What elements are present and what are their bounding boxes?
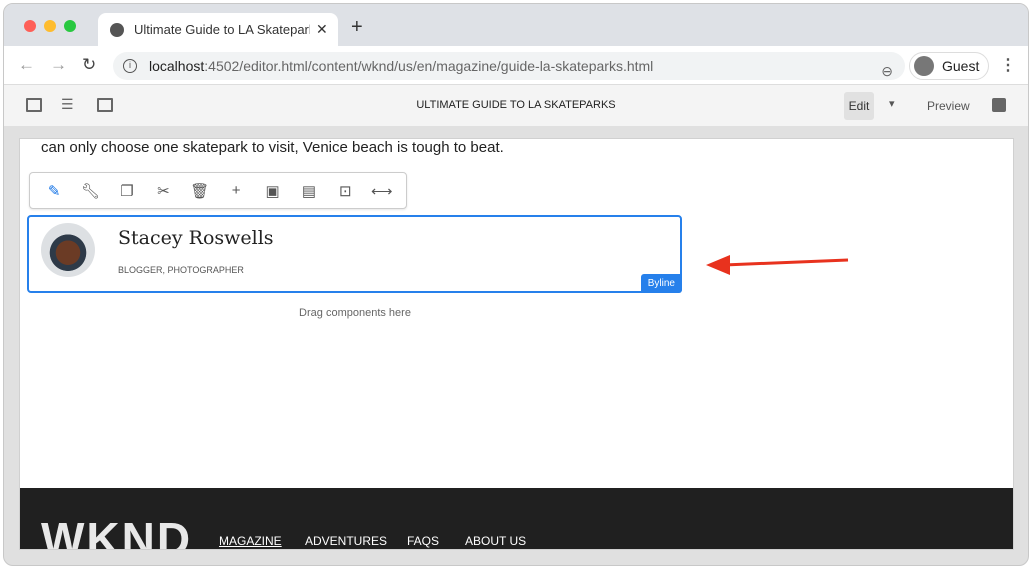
url-input[interactable]: i localhost:4502/editor.html/content/wkn… xyxy=(113,52,905,80)
close-tab-icon[interactable]: ✕ xyxy=(316,21,328,38)
footer-link-about-us[interactable]: ABOUT US xyxy=(465,534,526,548)
parent-icon[interactable]: ⊡ xyxy=(333,182,357,200)
zoom-icon[interactable]: ⊖ xyxy=(881,57,893,85)
resize-icon[interactable]: ⟷ xyxy=(370,182,394,200)
reload-icon[interactable]: ↻ xyxy=(82,55,96,75)
delete-icon[interactable]: 🗑︎ xyxy=(188,182,212,200)
profile-label: Guest xyxy=(942,58,980,74)
cut-icon[interactable]: ✂ xyxy=(151,182,175,200)
more-icon[interactable]: ⋮ xyxy=(1000,55,1016,75)
byline-name: Stacey Roswells xyxy=(118,227,274,249)
component-badge: Byline xyxy=(640,274,682,293)
maximize-window-button[interactable] xyxy=(64,20,76,32)
component-toolbar: ✎ 🔧︎ ❐ ✂ 🗑︎ + ▣ ▤ ⊡ ⟷ xyxy=(29,172,407,209)
footer-link-magazine[interactable]: MAGAZINE xyxy=(219,534,282,548)
edit-mode-button[interactable]: Edit xyxy=(844,92,874,120)
browser-tab[interactable]: Ultimate Guide to LA Skateparks ✕ xyxy=(98,13,338,46)
site-footer: WKND MAGAZINE ADVENTURES FAQS ABOUT US xyxy=(20,488,1013,549)
profile-button[interactable]: Guest xyxy=(909,52,989,80)
info-icon: i xyxy=(123,59,137,73)
footer-link-adventures[interactable]: ADVENTURES xyxy=(305,534,387,548)
page-title: ULTIMATE GUIDE TO LA SKATEPARKS xyxy=(416,99,616,111)
group-icon[interactable]: ▣ xyxy=(261,182,285,200)
preview-button[interactable]: Preview xyxy=(927,99,970,113)
globe-icon xyxy=(110,22,124,37)
byline-component[interactable]: Stacey Roswells BLOGGER, PHOTOGRAPHER By… xyxy=(27,215,682,293)
page-canvas: can only choose one skatepark to visit, … xyxy=(19,138,1014,550)
avatar-icon xyxy=(914,56,934,76)
wknd-logo[interactable]: WKND xyxy=(41,516,192,549)
forward-icon[interactable]: → xyxy=(50,55,67,75)
address-bar-row: ← → ↻ i localhost:4502/editor.html/conte… xyxy=(4,46,1028,85)
configure-icon[interactable]: 🔧︎ xyxy=(79,182,103,200)
avatar xyxy=(41,223,95,277)
drop-zone[interactable]: Drag components here xyxy=(20,307,690,319)
tab-title: Ultimate Guide to LA Skateparks xyxy=(134,22,310,37)
paragraph-text: can only choose one skatepark to visit, … xyxy=(41,139,504,156)
byline-role: BLOGGER, PHOTOGRAPHER xyxy=(118,265,244,275)
browser-window: Ultimate Guide to LA Skateparks ✕ + ← → … xyxy=(3,3,1029,566)
insert-icon[interactable]: + xyxy=(224,182,248,199)
edit-icon[interactable]: ✎ xyxy=(42,182,66,200)
url-path: :4502/editor.html/content/wknd/us/en/mag… xyxy=(204,58,654,74)
close-window-button[interactable] xyxy=(24,20,36,32)
minimize-window-button[interactable] xyxy=(44,20,56,32)
copy-icon[interactable]: ❐ xyxy=(115,182,139,200)
red-arrow-annotation xyxy=(706,255,849,275)
url-host: localhost xyxy=(149,58,205,74)
tab-bar: Ultimate Guide to LA Skateparks ✕ + xyxy=(4,4,1028,46)
new-tab-button[interactable]: + xyxy=(351,16,363,39)
back-icon[interactable]: ← xyxy=(18,55,35,75)
layout-icon[interactable]: ▤ xyxy=(297,182,321,200)
annotations-icon[interactable] xyxy=(992,98,1006,112)
chevron-down-icon[interactable]: ▾ xyxy=(889,97,895,110)
editor-toolbar: ☰ ULTIMATE GUIDE TO LA SKATEPARKS Edit ▾… xyxy=(4,85,1028,127)
footer-link-faqs[interactable]: FAQS xyxy=(407,534,439,548)
